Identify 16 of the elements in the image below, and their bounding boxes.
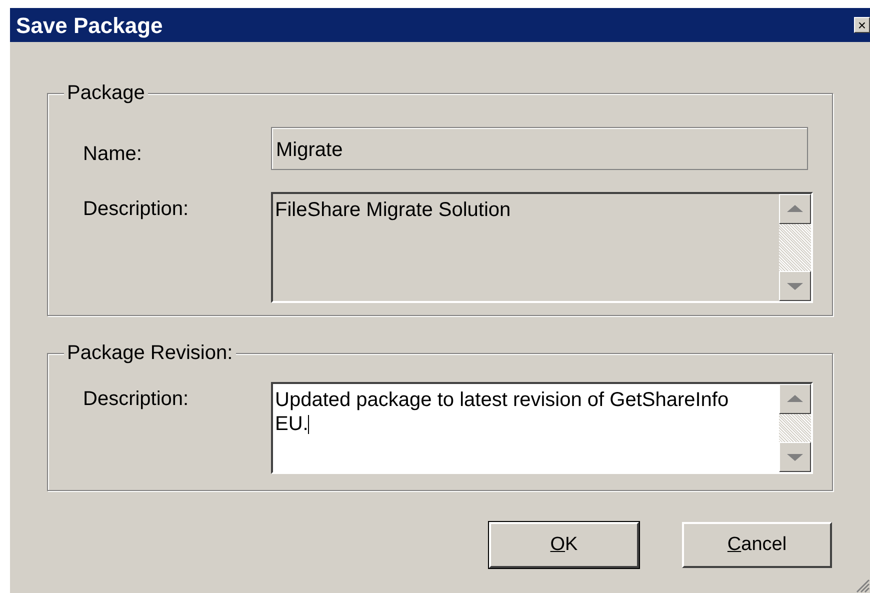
field-text: FileShare Migrate Solution bbox=[275, 199, 511, 221]
dialog-button[interactable]: Cancel bbox=[682, 522, 832, 568]
field-label: Description: bbox=[83, 197, 190, 222]
field-label: Name: bbox=[83, 142, 143, 167]
close-button[interactable]: × bbox=[854, 17, 870, 33]
resize-grip-icon[interactable] bbox=[854, 577, 870, 593]
dialog-button[interactable]: OK bbox=[489, 522, 639, 568]
group-legend: Package bbox=[64, 83, 148, 103]
window-title: Save Package bbox=[16, 12, 163, 40]
field-text: Updated package to latest revision of GetShareInfo EU. bbox=[275, 389, 729, 435]
scroll-up-button[interactable] bbox=[779, 384, 811, 414]
scroll-down-button[interactable] bbox=[779, 442, 811, 472]
field-label: Description: bbox=[83, 387, 190, 412]
group-legend: Package Revision: bbox=[64, 343, 236, 363]
scrollbar[interactable] bbox=[779, 384, 811, 472]
description-field[interactable]: Updated package to latest revision of GetShareInfo EU. bbox=[271, 382, 813, 474]
